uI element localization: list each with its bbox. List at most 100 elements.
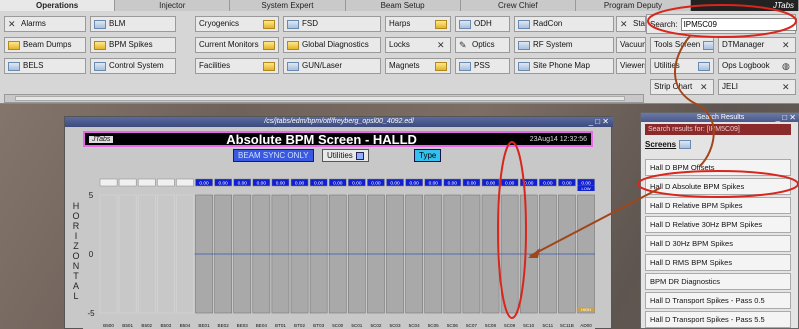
- screens-section[interactable]: Screens: [645, 140, 692, 149]
- launcher-button-site-phone-map[interactable]: Site Phone Map: [514, 58, 614, 74]
- scrollbar-thumb[interactable]: [15, 96, 625, 101]
- tab-beam-setup[interactable]: Beam Setup: [345, 0, 461, 11]
- button-label: Utilities: [654, 61, 680, 70]
- close-icon[interactable]: _ □ ✕: [589, 117, 609, 127]
- button-label: BELS: [23, 61, 44, 70]
- button-label: ODH: [474, 19, 492, 28]
- button-label: JELI: [722, 82, 739, 91]
- result-item[interactable]: Hall D BPM Offsets: [645, 159, 791, 176]
- launcher-button-stamps[interactable]: ✕ Stamps: [616, 16, 646, 32]
- bpm-window-titlebar[interactable]: /cs/jtabs/edm/bpm/otf/freyberg_opsl00_40…: [65, 117, 613, 127]
- close-icon[interactable]: _ □ ✕: [776, 113, 796, 122]
- launcher-button-current-monitors[interactable]: Current Monitors: [195, 37, 279, 53]
- bar: [118, 194, 137, 314]
- launcher-button-dtmanager[interactable]: DTManager ✕: [718, 37, 796, 53]
- launcher-button-bpm-spikes[interactable]: BPM Spikes: [90, 37, 176, 53]
- launcher-button-rf-system[interactable]: RF System: [514, 37, 614, 53]
- value-box: [157, 178, 175, 187]
- launcher-button-odh[interactable]: ODH: [455, 16, 510, 32]
- tab-program-deputy[interactable]: Program Deputy: [575, 0, 692, 11]
- tab-operations[interactable]: Operations: [0, 0, 116, 11]
- data-label: 0.00: [543, 181, 553, 187]
- pencil-icon: ✎: [459, 39, 467, 50]
- bpm-bar-chart: B500 B501 B502 B503 B504 0.00 BE01 0.00 BE02 0.00…: [83, 165, 595, 329]
- window-icon: [459, 61, 471, 71]
- launcher-button-control-system[interactable]: Control System: [90, 58, 176, 74]
- x-icon: ✕: [782, 81, 790, 92]
- tick-label: BT02: [294, 323, 305, 328]
- launcher-button-alarms[interactable]: ✕ Alarms: [4, 16, 86, 32]
- bpm-header: JTabs Absolute BPM Screen - HALLD 23Aug1…: [83, 131, 593, 147]
- value-box: [137, 178, 156, 187]
- button-label: Site Phone Map: [533, 61, 590, 70]
- launcher-button-viewers[interactable]: Viewers: [616, 58, 646, 74]
- result-item[interactable]: Hall D Absolute BPM Spikes: [645, 178, 791, 195]
- result-item[interactable]: Hall D Transport Spikes - Pass 5.5: [645, 311, 791, 328]
- value-box: [99, 178, 118, 187]
- launcher-button-jeli[interactable]: JELI ✕: [718, 79, 796, 95]
- value-box: [118, 178, 137, 187]
- launcher-button-pss[interactable]: PSS: [455, 58, 510, 74]
- launcher-button-fsd[interactable]: FSD: [283, 16, 381, 32]
- tab-jtabs[interactable]: JTabs: [691, 0, 799, 11]
- data-label: 0.00: [257, 181, 267, 187]
- launcher-button-beam-dumps[interactable]: Beam Dumps: [4, 37, 86, 53]
- launcher-button-blm[interactable]: BLM: [90, 16, 176, 32]
- tick-label: B504: [180, 323, 191, 328]
- search-results-window: Search Results _ □ ✕ Search results for:…: [640, 112, 799, 329]
- launcher-button-radcon[interactable]: RadCon: [514, 16, 614, 32]
- tick-label: BE01: [198, 323, 210, 328]
- window-icon: [518, 61, 530, 71]
- result-item[interactable]: Hall D Transport Spikes - Pass 0.5: [645, 292, 791, 309]
- launcher-button-bels[interactable]: BELS: [4, 58, 86, 74]
- launcher-button-gun-laser[interactable]: GUN/Laser: [283, 58, 381, 74]
- launcher-button-strip-chart[interactable]: Strip Chart ✕: [650, 79, 714, 95]
- button-label: BLM: [109, 19, 126, 28]
- data-label: 0.00: [390, 181, 400, 187]
- horizontal-scrollbar[interactable]: [4, 94, 644, 103]
- result-item[interactable]: Hall D RMS BPM Spikes: [645, 254, 791, 271]
- result-item[interactable]: Hall D 30Hz BPM Spikes: [645, 235, 791, 252]
- beam-sync-indicator: BEAM SYNC ONLY: [233, 149, 314, 162]
- tab-injector[interactable]: Injector: [115, 0, 231, 11]
- result-item[interactable]: Hall D Relative 30Hz BPM Spikes: [645, 216, 791, 233]
- launcher-button-cryogenics[interactable]: Cryogenics: [195, 16, 279, 32]
- folder-icon: [435, 61, 447, 71]
- search-box: Search:: [646, 14, 797, 34]
- folder-icon: [263, 19, 275, 29]
- launcher-button-optics[interactable]: ✎ Optics: [455, 37, 510, 53]
- tick-label: BT03: [313, 323, 324, 328]
- launcher-button-locks[interactable]: Locks ✕: [385, 37, 451, 53]
- launcher-button-tools-screen[interactable]: Tools Screen: [650, 37, 714, 53]
- button-label: Cryogenics: [199, 19, 240, 28]
- axis-letter: R: [72, 221, 80, 231]
- tick-label: AD00: [580, 323, 592, 328]
- launcher-button-vacuum[interactable]: Vacuum: [616, 37, 646, 53]
- utilities-menu-button[interactable]: Utilities: [322, 149, 369, 162]
- result-item[interactable]: Hall D Relative BPM Spikes: [645, 197, 791, 214]
- folder-icon: [287, 40, 299, 50]
- window-icon: [698, 61, 710, 71]
- tab-system-expert[interactable]: System Expert: [230, 0, 346, 11]
- launcher-button-ops-logbook[interactable]: Ops Logbook ◍: [718, 58, 796, 74]
- page-title: Absolute BPM Screen - HALLD: [226, 131, 417, 147]
- button-label: Ops Logbook: [722, 61, 770, 70]
- x-icon: ✕: [8, 18, 16, 29]
- launcher-button-magnets[interactable]: Magnets: [385, 58, 451, 74]
- data-label: 0.00: [218, 181, 228, 187]
- window-icon: [518, 40, 530, 50]
- tab-crew-chief[interactable]: Crew Chief: [460, 0, 576, 11]
- tick-label: BE03: [237, 323, 249, 328]
- launcher-button-facilities[interactable]: Facilities: [195, 58, 279, 74]
- result-item[interactable]: BPM DR Diagnostics: [645, 273, 791, 290]
- button-label: Control System: [109, 61, 164, 70]
- window-icon: [518, 19, 530, 29]
- button-label: GUN/Laser: [302, 61, 343, 70]
- axis-letter: O: [72, 211, 80, 221]
- type-button[interactable]: Type: [414, 149, 442, 162]
- launcher-button-utilities[interactable]: Utilities: [650, 58, 714, 74]
- launcher-button-global-diagnostics[interactable]: Global Diagnostics: [283, 37, 381, 53]
- launcher-button-harps[interactable]: Harps: [385, 16, 451, 32]
- y-tick-label: 5: [89, 191, 94, 200]
- search-input[interactable]: [680, 17, 797, 31]
